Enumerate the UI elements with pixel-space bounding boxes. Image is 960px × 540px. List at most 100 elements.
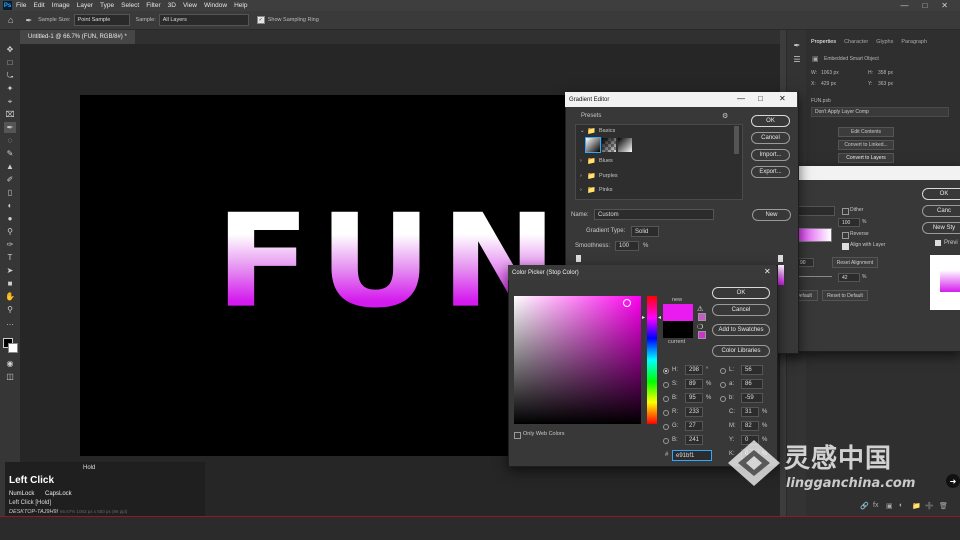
preset-swatch-fg-transparent[interactable] — [602, 138, 616, 152]
hand-tool-icon[interactable]: ✋ — [4, 291, 16, 302]
frame-tool-icon[interactable]: ⌧ — [4, 109, 16, 120]
menu-edit[interactable]: Edit — [33, 2, 44, 9]
menu-3d[interactable]: 3D — [168, 2, 176, 9]
radio-a[interactable] — [720, 382, 726, 388]
preset-swatch-fg-bg[interactable] — [585, 137, 601, 153]
brightness-field[interactable]: 95 — [685, 393, 703, 403]
more-tools-icon[interactable]: … — [4, 317, 16, 328]
quick-select-tool-icon[interactable]: ✦ — [4, 83, 16, 94]
dither-checkbox[interactable] — [842, 208, 849, 215]
new-style-button[interactable]: New Sty — [922, 222, 960, 234]
add-mask-icon[interactable]: ▣ — [886, 502, 893, 510]
opacity-stop-left[interactable] — [576, 255, 581, 262]
new-layer-icon[interactable]: ➕ — [925, 502, 934, 510]
smoothness-field[interactable]: 100 — [615, 241, 639, 251]
radio-h[interactable] — [663, 368, 669, 374]
group-icon[interactable]: 📁 — [912, 502, 921, 510]
color-picker-ok-button[interactable]: OK — [712, 287, 770, 299]
convert-layers-button[interactable]: Convert to Layers — [838, 153, 894, 163]
radio-b[interactable] — [663, 396, 669, 402]
magenta-field[interactable]: 82 — [741, 421, 759, 431]
color-picker-close-icon[interactable]: ✕ — [764, 267, 771, 276]
blue-field[interactable]: 241 — [685, 435, 703, 445]
path-select-icon[interactable]: ➤ — [4, 265, 16, 276]
radio-blue[interactable] — [663, 438, 669, 444]
color-field-marker[interactable] — [623, 299, 631, 307]
add-to-swatches-button[interactable]: Add to Swatches — [712, 324, 770, 336]
red-field[interactable]: 233 — [685, 407, 703, 417]
sample-select[interactable]: All Layers — [158, 14, 249, 26]
eyedropper-icon[interactable]: ✒ — [4, 122, 16, 133]
menu-image[interactable]: Image — [52, 2, 70, 9]
color-libraries-button[interactable]: Color Libraries — [712, 345, 770, 357]
menu-help[interactable]: Help — [234, 2, 247, 9]
dodge-tool-icon[interactable]: ⚲ — [4, 226, 16, 237]
folder-pinks-chevron-icon[interactable]: › — [580, 187, 582, 193]
ge-maximize-icon[interactable]: □ — [758, 94, 763, 103]
gradient-cancel-button[interactable]: Cancel — [751, 132, 790, 144]
lightness-field[interactable]: 56 — [741, 365, 763, 375]
paint-bucket-icon[interactable]: ◐ — [4, 200, 16, 211]
folder-purples[interactable]: Purples — [599, 173, 618, 179]
reset-alignment-button[interactable]: Reset Alignment — [832, 257, 878, 268]
opacity-field[interactable]: 100 — [838, 218, 860, 227]
color-picker-cancel-button[interactable]: Cancel — [712, 304, 770, 316]
width-value[interactable]: 1063 px — [821, 70, 839, 76]
adjustment-layer-icon[interactable]: ◐ — [899, 502, 903, 509]
folder-pinks[interactable]: Pinks — [599, 187, 612, 193]
radio-r[interactable] — [663, 410, 669, 416]
menu-filter[interactable]: Filter — [146, 2, 160, 9]
move-tool-icon[interactable]: ✥ — [4, 44, 16, 55]
color-field[interactable] — [514, 296, 641, 424]
hex-field[interactable]: e91bf1 — [672, 450, 712, 461]
folder-basics[interactable]: Basics — [599, 128, 615, 134]
convert-linked-button[interactable]: Convert to Linked... — [838, 140, 894, 150]
adjustments-icon[interactable]: ☰ — [791, 54, 803, 65]
reset-default-button[interactable]: Reset to Default — [822, 290, 868, 301]
current-color-swatch[interactable] — [663, 321, 693, 338]
ge-close-icon[interactable]: ✕ — [779, 94, 786, 103]
pen-tool-icon[interactable]: ✑ — [4, 239, 16, 250]
presets-gear-icon[interactable]: ⚙ — [722, 112, 728, 120]
green-field[interactable]: 27 — [685, 421, 703, 431]
tab-character[interactable]: Character — [844, 39, 868, 45]
tab-properties[interactable]: Properties — [811, 39, 836, 45]
clone-stamp-icon[interactable]: ▲ — [4, 161, 16, 172]
cyan-field[interactable]: 31 — [741, 407, 759, 417]
presets-scrollbar[interactable] — [734, 126, 739, 154]
type-tool-icon[interactable]: T — [4, 252, 16, 263]
scale-field[interactable]: 42 — [838, 273, 860, 282]
eyedropper-tool-icon[interactable]: ✒ — [25, 16, 32, 25]
menu-view[interactable]: View — [183, 2, 197, 9]
saturation-field[interactable]: 89 — [685, 379, 703, 389]
rectangle-tool-icon[interactable]: ■ — [4, 278, 16, 289]
screen-mode-icon[interactable]: ◫ — [4, 371, 16, 382]
sample-size-select[interactable]: Point Sample — [73, 14, 130, 26]
layer-comp-select[interactable]: Don't Apply Layer Comp — [811, 107, 949, 117]
lasso-tool-icon[interactable]: ⤿ — [4, 70, 16, 81]
hue-slider-left-arrow-icon[interactable]: ▸ — [642, 314, 645, 321]
brush-settings-icon[interactable]: ✒ — [791, 40, 803, 51]
gamut-color-swatch[interactable] — [698, 313, 706, 321]
gradient-import-button[interactable]: Import... — [751, 149, 790, 161]
scroll-arrow-icon[interactable]: ➜ — [946, 474, 960, 488]
background-color-swatch[interactable] — [8, 343, 18, 353]
home-icon[interactable]: ⌂ — [8, 15, 13, 25]
reverse-checkbox[interactable] — [842, 232, 849, 239]
close-icon[interactable]: ✕ — [941, 1, 948, 10]
menu-window[interactable]: Window — [204, 2, 227, 9]
x-value[interactable]: 429 px — [821, 81, 836, 87]
preview-checkbox[interactable] — [935, 240, 941, 246]
menu-type[interactable]: Type — [100, 2, 114, 9]
radio-lab-b[interactable] — [720, 396, 726, 402]
gradient-bar-edge[interactable] — [778, 265, 784, 285]
blend-mode-field[interactable] — [795, 206, 835, 216]
quick-mask-icon[interactable]: ◉ — [4, 358, 16, 369]
gradient-ok-button[interactable]: OK — [751, 115, 790, 127]
minimize-icon[interactable]: — — [900, 1, 908, 10]
delete-layer-icon[interactable]: 🗑 — [939, 502, 948, 510]
fx-icon[interactable]: fx — [873, 502, 878, 509]
blur-tool-icon[interactable]: ● — [4, 213, 16, 224]
web-safe-swatch[interactable] — [698, 331, 706, 339]
out-of-gamut-warning-icon[interactable]: ⚠ — [697, 305, 703, 313]
